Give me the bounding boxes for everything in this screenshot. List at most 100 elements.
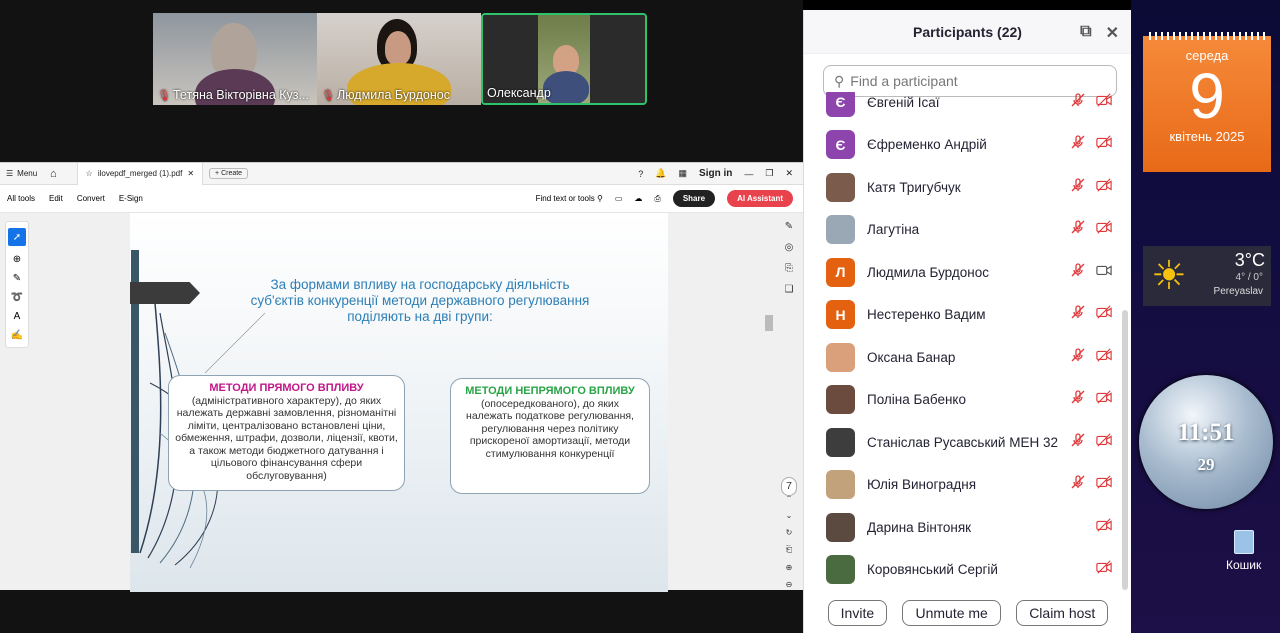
right-toolbar: ✎ ◎ ⎘ ❏ (778, 221, 800, 295)
save-page-icon[interactable]: ⎗ (786, 545, 792, 555)
esign-tab[interactable]: E-Sign (119, 194, 143, 203)
participant-row[interactable]: Станіслав Русавський МЕН 32 (804, 421, 1122, 464)
participant-row[interactable]: Є Євгеній Ісаї (804, 92, 1122, 124)
participant-row[interactable]: Коровянський Сергій (804, 549, 1122, 592)
close-tab-icon[interactable]: ✕ (187, 169, 194, 178)
participant-row[interactable]: Катя Тригубчук (804, 166, 1122, 209)
participant-row[interactable]: Юлія Виноградня (804, 464, 1122, 507)
convert-tab[interactable]: Convert (77, 194, 105, 203)
select-cursor-icon[interactable]: ➚ (8, 228, 26, 246)
edit-tab[interactable]: Edit (49, 194, 63, 203)
home-icon[interactable]: ⌂ (50, 168, 57, 180)
panel-header-icons: ⧉ ✕ (1080, 23, 1119, 43)
bell-icon[interactable]: 🔔 (655, 168, 666, 179)
help-icon[interactable]: ? (638, 169, 643, 179)
restore-icon[interactable]: ❐ (765, 168, 773, 179)
participant-row[interactable]: Є Єфременко Андрій (804, 124, 1122, 167)
search-icon: ⚲ (834, 72, 845, 89)
participant-row[interactable]: Л Людмила Бурдонос (804, 251, 1122, 294)
video-tile-active-speaker[interactable]: Олександр (481, 13, 647, 105)
indirect-methods-box: МЕТОДИ НЕПРЯМОГО ВПЛИВУ (опосередкованог… (450, 378, 650, 494)
pages-icon[interactable]: ❏ (785, 284, 794, 295)
upload-cloud-icon[interactable]: ☁ (634, 194, 642, 203)
acrobat-toolbar: All tools Edit Convert E-Sign Find text … (0, 185, 803, 213)
participants-panel: Participants (22) ⧉ ✕ ⚲ Find a participa… (803, 10, 1131, 633)
participants-title: Participants (22) (913, 23, 1022, 40)
participant-face (385, 31, 411, 65)
participant-row[interactable]: Поліна Бабенко (804, 379, 1122, 422)
text-select-icon[interactable]: A (14, 311, 21, 322)
video-off-icon (1096, 92, 1112, 113)
participant-status-icons (1070, 134, 1112, 155)
current-page-field[interactable]: 7 (781, 477, 797, 496)
mic-off-icon (1070, 432, 1086, 453)
clock-seconds: 29 (1197, 455, 1215, 474)
avatar (826, 512, 855, 542)
participant-status-icons (1070, 474, 1112, 495)
participant-list[interactable]: Є Євгеній Ісаї Є Єфременко Андрій Катя Тригу… (804, 92, 1122, 592)
slide-title-line: За формами впливу на господарську діяльн… (270, 277, 570, 292)
fill-sign-icon[interactable]: ✍ (11, 330, 23, 341)
ai-assistant-button[interactable]: AI Assistant (727, 190, 793, 207)
export-icon[interactable]: ⎘ (785, 263, 793, 274)
save-icon[interactable]: ▭ (615, 194, 623, 203)
close-window-icon[interactable]: ✕ (785, 168, 793, 179)
tile-name: 🎙 Тетяна Вікторівна Куз... (157, 88, 309, 102)
minimize-icon[interactable]: — (744, 169, 753, 179)
mic-off-icon (1070, 134, 1086, 155)
sign-in-button[interactable]: Sign in (699, 168, 732, 179)
ai-assistant-label: AI Assistant (737, 194, 783, 203)
zoom-out-icon[interactable]: ⊖ (786, 580, 793, 589)
star-icon[interactable]: ☆ (86, 169, 93, 178)
menu-button[interactable]: ☰ Menu (6, 169, 50, 178)
recycle-bin-label: Кошик (1226, 558, 1262, 572)
participant-row[interactable]: Оксана Банар (804, 336, 1122, 379)
indirect-methods-heading: МЕТОДИ НЕПРЯМОГО ВПЛИВУ (465, 385, 635, 397)
rotate-icon[interactable]: ↻ (786, 528, 793, 537)
pen-icon[interactable]: ✎ (13, 273, 21, 284)
avatar: Є (826, 130, 855, 160)
recycle-bin[interactable]: Кошик (1226, 530, 1261, 572)
zoom-in-icon[interactable]: ⊕ (786, 563, 793, 572)
document-tab[interactable]: ☆ ilovepdf_merged (1).pdf ✕ (76, 162, 204, 185)
avatar (826, 470, 855, 500)
all-tools-tab[interactable]: All tools (7, 194, 35, 203)
zoom-annotate-icon[interactable]: ⊕ (13, 254, 21, 265)
direct-methods-box: МЕТОДИ ПРЯМОГО ВПЛИВУ (адміністративного… (168, 375, 405, 491)
scroll-thumb[interactable] (765, 315, 773, 331)
claim-host-button[interactable]: Claim host (1016, 600, 1109, 626)
mic-off-icon: 🎙 (321, 89, 335, 102)
create-button[interactable]: + Create (209, 168, 249, 179)
apps-grid-icon[interactable]: ▦ (679, 168, 688, 179)
participant-name: Коровянський Сергій (867, 562, 998, 578)
video-tile[interactable]: 🎙 Людмила Бурдонос (317, 13, 481, 105)
video-off-icon (1096, 474, 1112, 495)
close-icon[interactable]: ✕ (1106, 23, 1119, 43)
comment-icon[interactable]: ✎ (785, 221, 793, 232)
participants-header: Participants (22) ⧉ ✕ (804, 10, 1131, 54)
participant-status-icons (1070, 432, 1112, 453)
calendar-gadget: середа 9 квітень 2025 (1143, 32, 1271, 172)
participant-row[interactable]: Н Нестеренко Вадим (804, 294, 1122, 337)
chevron-down-icon[interactable]: ⌄ (786, 511, 793, 520)
share-button[interactable]: Share (672, 190, 716, 207)
participant-row[interactable]: Лагутіна (804, 209, 1122, 252)
participant-status-icons (1070, 177, 1112, 198)
mic-off-icon (1070, 304, 1086, 325)
weather-city: Pereyaslav (1213, 286, 1263, 297)
mic-off-icon (1070, 347, 1086, 368)
invite-button[interactable]: Invite (827, 600, 888, 626)
lasso-icon[interactable]: ➰ (11, 292, 23, 303)
video-off-icon (1096, 219, 1112, 240)
popout-icon[interactable]: ⧉ (1080, 23, 1091, 43)
participant-row[interactable]: Дарина Вінтоняк (804, 506, 1122, 549)
print-icon[interactable]: ⎙ (654, 194, 660, 204)
search-icon: ⚲ (597, 194, 603, 203)
document-viewport[interactable]: ➚ ⊕ ✎ ➰ A ✍ За формами впливу на господа… (0, 213, 803, 592)
find-field[interactable]: Find text or tools ⚲ (536, 194, 603, 203)
video-tile[interactable]: 🎙 Тетяна Вікторівна Куз... (153, 13, 317, 105)
bookmark-icon[interactable]: ◎ (785, 242, 794, 253)
unmute-me-button[interactable]: Unmute me (902, 600, 1001, 626)
participant-list-scrollbar[interactable] (1122, 310, 1128, 590)
page-scrollbar[interactable] (765, 273, 773, 583)
